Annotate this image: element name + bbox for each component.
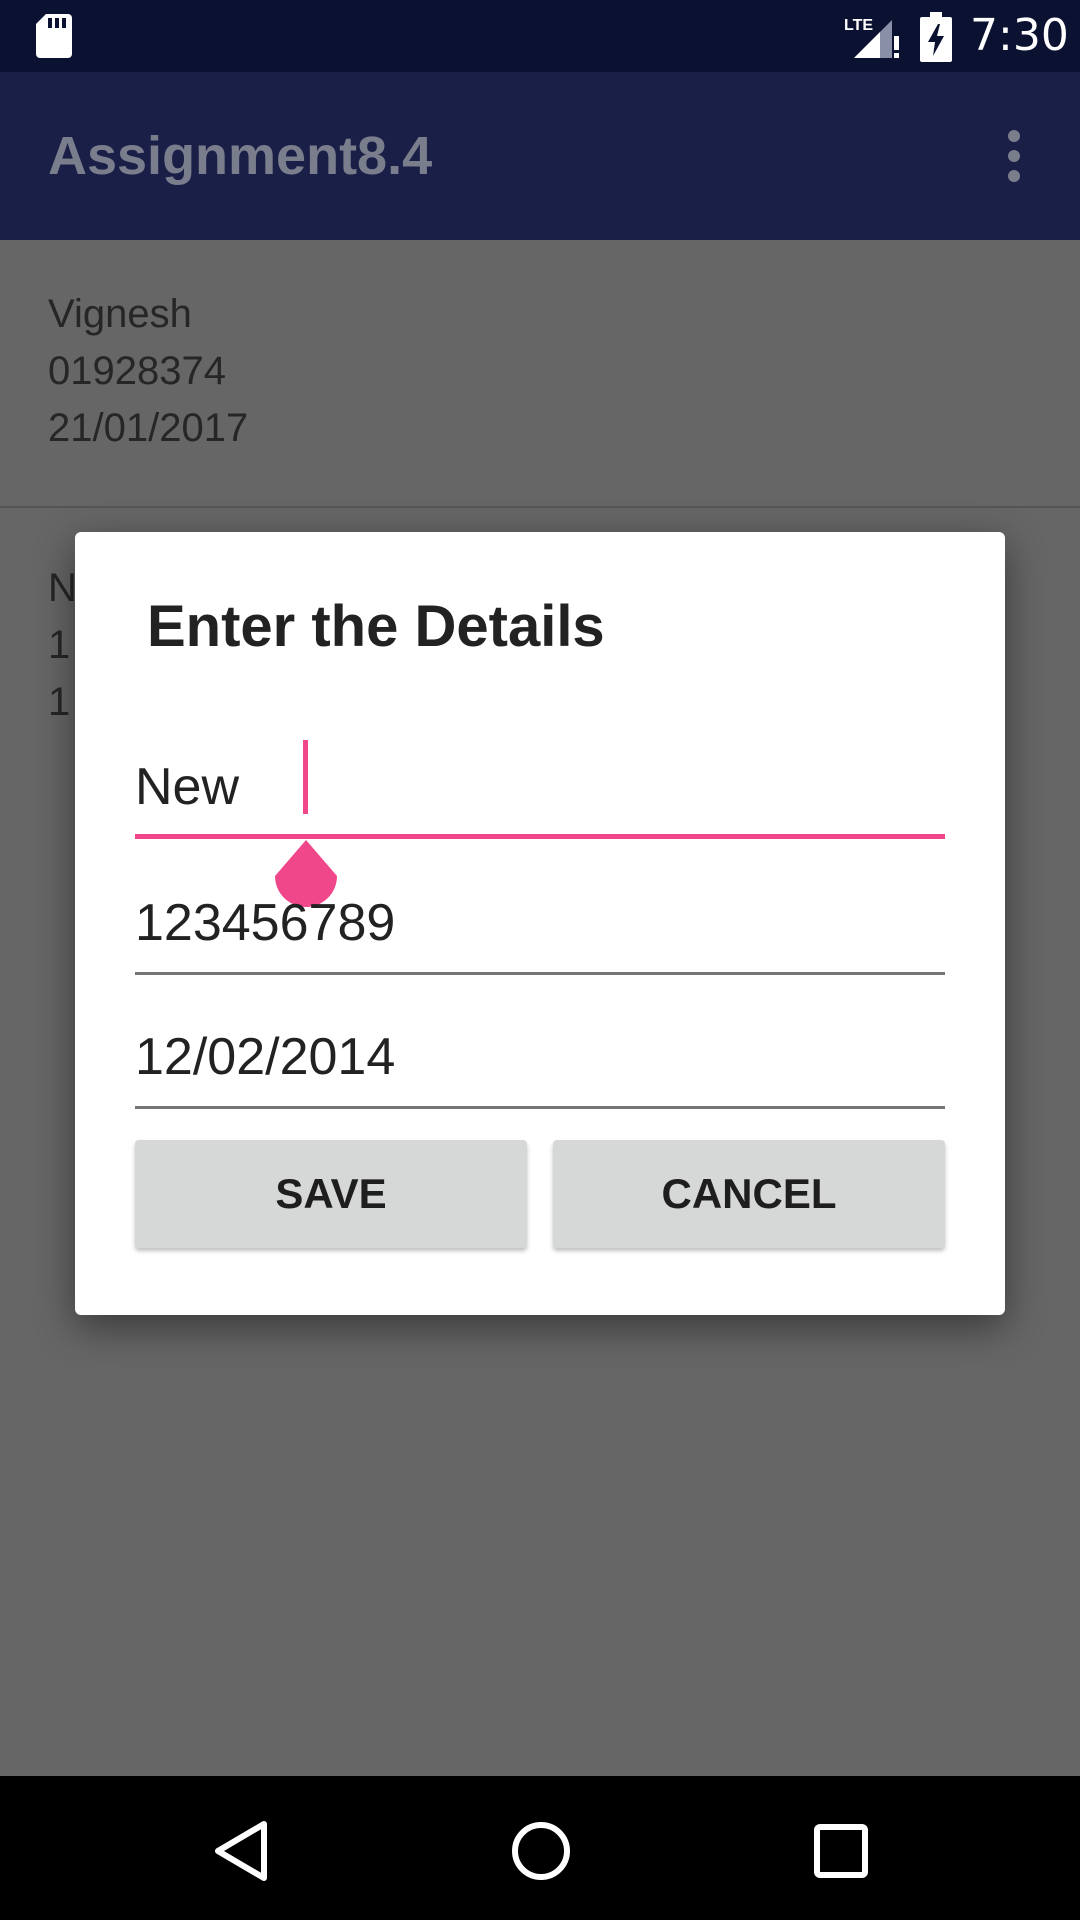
name-field-underline bbox=[135, 834, 945, 839]
list-item-phone: 1 bbox=[48, 623, 71, 667]
list-item-date: 1 bbox=[48, 680, 71, 724]
more-vert-icon[interactable] bbox=[996, 126, 1032, 186]
lte-label: LTE bbox=[844, 17, 873, 34]
navigation-bar bbox=[0, 1776, 1080, 1920]
home-icon[interactable] bbox=[506, 1816, 576, 1886]
app-title: Assignment8.4 bbox=[48, 126, 433, 186]
status-time: 7:30 bbox=[970, 10, 1069, 61]
battery-charging-icon bbox=[920, 12, 952, 62]
list-item[interactable]: Vignesh 01928374 21/01/2017 bbox=[0, 240, 1080, 508]
name-field-value: New bbox=[135, 758, 240, 816]
list-item-name: N bbox=[48, 566, 77, 610]
sd-card-icon bbox=[36, 14, 72, 58]
list-item-date: 21/01/2017 bbox=[48, 406, 249, 450]
date-field-underline bbox=[135, 1106, 945, 1109]
back-icon[interactable] bbox=[206, 1816, 276, 1886]
cancel-button[interactable]: CANCEL bbox=[553, 1140, 945, 1248]
lte-signal-icon: LTE bbox=[844, 17, 899, 58]
dialog-title: Enter the Details bbox=[147, 594, 605, 659]
app-bar: Assignment8.4 bbox=[0, 72, 1080, 240]
recents-icon[interactable] bbox=[806, 1816, 876, 1886]
list-item-name: Vignesh bbox=[48, 292, 192, 336]
text-cursor bbox=[303, 740, 308, 814]
details-dialog: Enter the Details New 123456789 12/02/20… bbox=[75, 532, 1005, 1315]
name-field[interactable]: New bbox=[135, 740, 945, 907]
date-field-value: 12/02/2014 bbox=[135, 1028, 396, 1086]
list-item-phone: 01928374 bbox=[48, 349, 226, 393]
status-bar: LTE 7:30 bbox=[0, 0, 1080, 72]
save-button[interactable]: SAVE bbox=[135, 1140, 527, 1248]
phone-field-underline bbox=[135, 972, 945, 975]
phone-field[interactable]: 123456789 bbox=[135, 888, 945, 975]
date-field[interactable]: 12/02/2014 bbox=[135, 1022, 945, 1109]
phone-field-value: 123456789 bbox=[135, 894, 396, 952]
